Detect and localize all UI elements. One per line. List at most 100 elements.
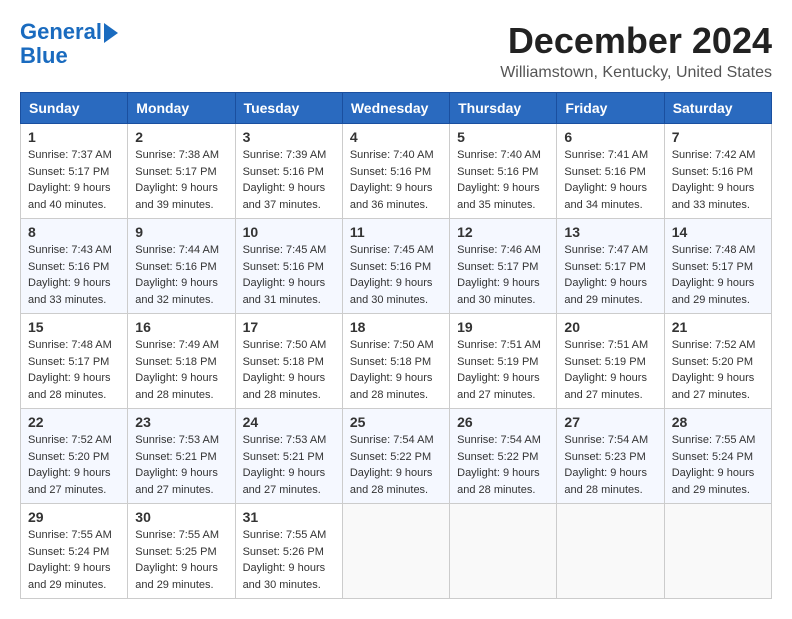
calendar-cell: 13Sunrise: 7:47 AMSunset: 5:17 PMDayligh… <box>557 219 664 314</box>
calendar-cell: 27 Sunrise: 7:54 AMSunset: 5:23 PMDayligh… <box>557 409 664 504</box>
day-info: Sunrise: 7:55 AMSunset: 5:24 PMDaylight:… <box>28 527 120 593</box>
calendar-cell <box>557 504 664 599</box>
calendar-cell: 25 Sunrise: 7:54 AMSunset: 5:22 PMDayligh… <box>342 409 449 504</box>
day-info: Sunrise: 7:55 AMSunset: 5:26 PMDaylight:… <box>243 527 335 593</box>
day-info: Sunrise: 7:41 AMSunset: 5:16 PMDaylight:… <box>564 147 656 213</box>
day-number: 29 <box>28 509 120 525</box>
calendar-cell: 29 Sunrise: 7:55 AMSunset: 5:24 PMDayligh… <box>21 504 128 599</box>
logo: General Blue <box>20 20 118 68</box>
calendar-cell: 12 Sunrise: 7:46 AMSunset: 5:17 PMDayligh… <box>450 219 557 314</box>
day-info: Sunrise: 7:38 AMSunset: 5:17 PMDaylight:… <box>135 147 227 213</box>
day-number: 3 <box>243 129 335 145</box>
day-number: 10 <box>243 224 335 240</box>
day-number: 14 <box>672 224 764 240</box>
day-info: Sunrise: 7:48 AMSunset: 5:17 PMDaylight:… <box>28 337 120 403</box>
header-tuesday: Tuesday <box>235 93 342 124</box>
day-number: 8 <box>28 224 120 240</box>
calendar-week-4: 22Sunrise: 7:52 AMSunset: 5:20 PMDayligh… <box>21 409 772 504</box>
day-number: 5 <box>457 129 549 145</box>
header-sunday: Sunday <box>21 93 128 124</box>
header-wednesday: Wednesday <box>342 93 449 124</box>
logo-arrow-icon <box>104 23 118 43</box>
day-info: Sunrise: 7:37 AMSunset: 5:17 PMDaylight:… <box>28 147 120 213</box>
day-number: 21 <box>672 319 764 335</box>
header-monday: Monday <box>128 93 235 124</box>
day-number: 13 <box>564 224 656 240</box>
day-number: 7 <box>672 129 764 145</box>
calendar-cell: 7Sunrise: 7:42 AMSunset: 5:16 PMDaylight… <box>664 124 771 219</box>
logo-blue: Blue <box>20 43 68 68</box>
calendar-cell: 10 Sunrise: 7:45 AMSunset: 5:16 PMDayligh… <box>235 219 342 314</box>
calendar-table: SundayMondayTuesdayWednesdayThursdayFrid… <box>20 92 772 599</box>
day-number: 27 <box>564 414 656 430</box>
day-info: Sunrise: 7:54 AMSunset: 5:22 PMDaylight:… <box>350 432 442 498</box>
day-number: 23 <box>135 414 227 430</box>
calendar-cell: 28 Sunrise: 7:55 AMSunset: 5:24 PMDayligh… <box>664 409 771 504</box>
day-number: 25 <box>350 414 442 430</box>
calendar-body: 1Sunrise: 7:37 AMSunset: 5:17 PMDaylight… <box>21 124 772 599</box>
day-info: Sunrise: 7:53 AMSunset: 5:21 PMDaylight:… <box>135 432 227 498</box>
calendar-week-5: 29 Sunrise: 7:55 AMSunset: 5:24 PMDayligh… <box>21 504 772 599</box>
day-number: 17 <box>243 319 335 335</box>
day-info: Sunrise: 7:43 AMSunset: 5:16 PMDaylight:… <box>28 242 120 308</box>
day-info: Sunrise: 7:55 AMSunset: 5:25 PMDaylight:… <box>135 527 227 593</box>
calendar-cell: 31 Sunrise: 7:55 AMSunset: 5:26 PMDayligh… <box>235 504 342 599</box>
calendar-cell: 20Sunrise: 7:51 AMSunset: 5:19 PMDayligh… <box>557 314 664 409</box>
calendar-cell: 5 Sunrise: 7:40 AMSunset: 5:16 PMDaylight… <box>450 124 557 219</box>
calendar-week-2: 8 Sunrise: 7:43 AMSunset: 5:16 PMDaylight… <box>21 219 772 314</box>
header-friday: Friday <box>557 93 664 124</box>
day-info: Sunrise: 7:50 AMSunset: 5:18 PMDaylight:… <box>243 337 335 403</box>
calendar-cell: 19Sunrise: 7:51 AMSunset: 5:19 PMDayligh… <box>450 314 557 409</box>
day-number: 26 <box>457 414 549 430</box>
day-info: Sunrise: 7:55 AMSunset: 5:24 PMDaylight:… <box>672 432 764 498</box>
calendar-cell: 6 Sunrise: 7:41 AMSunset: 5:16 PMDaylight… <box>557 124 664 219</box>
calendar-cell: 3 Sunrise: 7:39 AMSunset: 5:16 PMDaylight… <box>235 124 342 219</box>
calendar-cell: 1Sunrise: 7:37 AMSunset: 5:17 PMDaylight… <box>21 124 128 219</box>
month-title: December 2024 <box>500 20 772 62</box>
calendar-cell: 9Sunrise: 7:44 AMSunset: 5:16 PMDaylight… <box>128 219 235 314</box>
calendar-cell: 16 Sunrise: 7:49 AMSunset: 5:18 PMDayligh… <box>128 314 235 409</box>
day-number: 20 <box>564 319 656 335</box>
day-info: Sunrise: 7:49 AMSunset: 5:18 PMDaylight:… <box>135 337 227 403</box>
day-number: 16 <box>135 319 227 335</box>
day-info: Sunrise: 7:45 AMSunset: 5:16 PMDaylight:… <box>350 242 442 308</box>
calendar-cell: 2 Sunrise: 7:38 AMSunset: 5:17 PMDaylight… <box>128 124 235 219</box>
day-number: 12 <box>457 224 549 240</box>
day-info: Sunrise: 7:46 AMSunset: 5:17 PMDaylight:… <box>457 242 549 308</box>
day-number: 31 <box>243 509 335 525</box>
logo-general: General <box>20 19 102 44</box>
calendar-cell: 23 Sunrise: 7:53 AMSunset: 5:21 PMDayligh… <box>128 409 235 504</box>
calendar-cell: 24 Sunrise: 7:53 AMSunset: 5:21 PMDayligh… <box>235 409 342 504</box>
day-info: Sunrise: 7:40 AMSunset: 5:16 PMDaylight:… <box>457 147 549 213</box>
day-info: Sunrise: 7:54 AMSunset: 5:22 PMDaylight:… <box>457 432 549 498</box>
day-number: 19 <box>457 319 549 335</box>
day-info: Sunrise: 7:45 AMSunset: 5:16 PMDaylight:… <box>243 242 335 308</box>
day-number: 2 <box>135 129 227 145</box>
calendar-cell: 17 Sunrise: 7:50 AMSunset: 5:18 PMDayligh… <box>235 314 342 409</box>
day-number: 30 <box>135 509 227 525</box>
day-info: Sunrise: 7:39 AMSunset: 5:16 PMDaylight:… <box>243 147 335 213</box>
calendar-cell <box>342 504 449 599</box>
day-info: Sunrise: 7:48 AMSunset: 5:17 PMDaylight:… <box>672 242 764 308</box>
day-number: 28 <box>672 414 764 430</box>
day-info: Sunrise: 7:53 AMSunset: 5:21 PMDaylight:… <box>243 432 335 498</box>
header-saturday: Saturday <box>664 93 771 124</box>
calendar-cell: 4Sunrise: 7:40 AMSunset: 5:16 PMDaylight… <box>342 124 449 219</box>
calendar-cell: 30 Sunrise: 7:55 AMSunset: 5:25 PMDayligh… <box>128 504 235 599</box>
calendar-cell: 21Sunrise: 7:52 AMSunset: 5:20 PMDayligh… <box>664 314 771 409</box>
title-block: December 2024 Williamstown, Kentucky, Un… <box>500 20 772 82</box>
day-number: 6 <box>564 129 656 145</box>
calendar-cell: 26 Sunrise: 7:54 AMSunset: 5:22 PMDayligh… <box>450 409 557 504</box>
day-number: 22 <box>28 414 120 430</box>
header-thursday: Thursday <box>450 93 557 124</box>
day-info: Sunrise: 7:54 AMSunset: 5:23 PMDaylight:… <box>564 432 656 498</box>
calendar-cell: 15Sunrise: 7:48 AMSunset: 5:17 PMDayligh… <box>21 314 128 409</box>
calendar-header-row: SundayMondayTuesdayWednesdayThursdayFrid… <box>21 93 772 124</box>
calendar-week-3: 15Sunrise: 7:48 AMSunset: 5:17 PMDayligh… <box>21 314 772 409</box>
calendar-week-1: 1Sunrise: 7:37 AMSunset: 5:17 PMDaylight… <box>21 124 772 219</box>
calendar-cell: 14 Sunrise: 7:48 AMSunset: 5:17 PMDayligh… <box>664 219 771 314</box>
day-info: Sunrise: 7:40 AMSunset: 5:16 PMDaylight:… <box>350 147 442 213</box>
day-number: 11 <box>350 224 442 240</box>
day-number: 24 <box>243 414 335 430</box>
page-header: General Blue December 2024 Williamstown,… <box>20 20 772 82</box>
